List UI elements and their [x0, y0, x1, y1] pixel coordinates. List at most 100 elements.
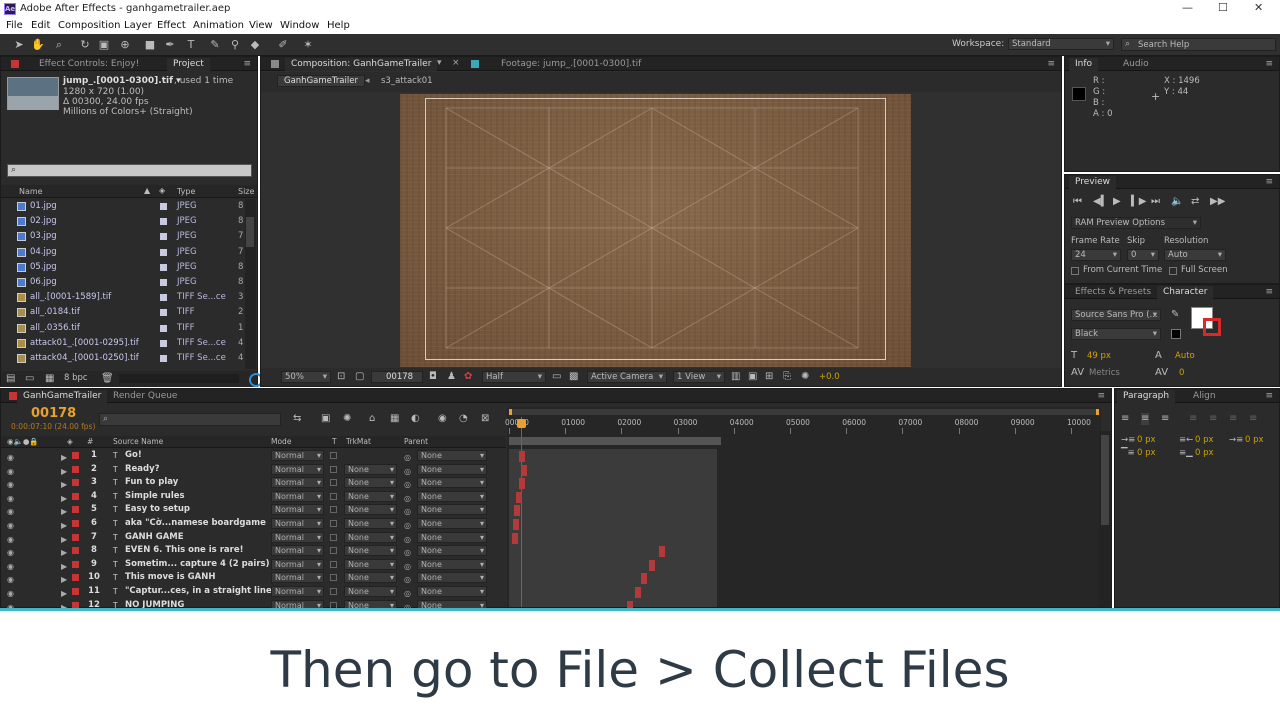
project-row[interactable]: attack04_.[0001-0250].tif TIFF Se...ce 4 — [1, 351, 247, 366]
puppet-pin-tool-icon[interactable]: ✶ — [301, 38, 315, 52]
frame-rate-select[interactable]: 24 — [1071, 249, 1121, 261]
preserve-transparency-checkbox[interactable] — [330, 506, 337, 514]
layer-name[interactable]: EVEN 6. This one is rare! — [125, 544, 243, 557]
panel-menu-icon[interactable]: ≡ — [243, 59, 251, 69]
layer-row[interactable]: ◉▶4TSimple rulesNormalNone◎None — [1, 490, 506, 504]
project-row[interactable]: 03.jpg JPEG 7 — [1, 229, 247, 244]
comp-mini-flowchart-icon[interactable]: ⇆ — [293, 413, 301, 425]
layer-duration-bar[interactable] — [519, 478, 525, 490]
layer-name[interactable]: GANH GAME — [125, 531, 184, 544]
close-tab-icon[interactable]: × — [452, 58, 460, 68]
font-size-value[interactable]: 49 px — [1087, 351, 1111, 361]
justify-all-icon[interactable]: ≡ — [1249, 413, 1257, 425]
track-matte-select[interactable]: None — [344, 504, 397, 516]
project-row[interactable]: 05.jpg JPEG 8 — [1, 260, 247, 275]
minimize-button[interactable]: — — [1182, 1, 1193, 14]
layer-row[interactable]: ◉ ▶ 11 T "Captur...ces, in a straight line No… — [1, 585, 506, 599]
pen-tool-icon[interactable]: ✒ — [163, 38, 177, 52]
zoom-tool-icon[interactable]: ⌕ — [52, 38, 66, 52]
exposure-reset-icon[interactable]: ✺ — [801, 371, 809, 383]
label-swatch[interactable] — [160, 263, 167, 271]
channel-icon[interactable]: ✿ — [464, 371, 472, 383]
layer-duration-bar[interactable] — [512, 532, 518, 544]
layer-label-color[interactable] — [72, 465, 79, 473]
exposure-value[interactable]: +0.0 — [819, 372, 840, 382]
parent-select[interactable]: None — [417, 450, 487, 461]
track-matte-select[interactable]: None — [344, 518, 397, 529]
roto-brush-tool-icon[interactable]: ✐ — [276, 38, 290, 52]
project-row[interactable]: all_.0356.tif TIFF 1 — [1, 321, 247, 336]
tab-composition[interactable]: Composition: GanhGameTrailer — [285, 58, 438, 71]
project-row[interactable]: 04.jpg JPEG 7 — [1, 245, 247, 260]
layer-label-color[interactable] — [72, 506, 79, 514]
selection-tool-icon[interactable]: ➤ — [12, 38, 26, 52]
camera-tool-icon[interactable]: ▣ — [97, 38, 111, 52]
workspace-select[interactable]: Standard — [1008, 38, 1114, 50]
parent-select[interactable]: None — [417, 490, 487, 502]
layer-row[interactable]: ◉▶6Taka "Cờ...namese boardgameNormalNone… — [1, 517, 506, 531]
parent-select[interactable]: None — [417, 518, 487, 529]
flowchart-icon[interactable]: ⎘ — [783, 371, 791, 383]
show-snapshot-icon[interactable]: ♟ — [447, 371, 456, 383]
ram-preview-options-select[interactable]: RAM Preview Options — [1071, 217, 1201, 229]
track-matte-select[interactable]: None — [344, 531, 397, 543]
panel-menu-icon[interactable]: ≡ — [1265, 287, 1273, 297]
frame-blending-icon[interactable]: ⌂ — [369, 413, 375, 425]
layer-name[interactable]: This move is GANH — [125, 571, 215, 584]
blend-mode-select[interactable]: Normal — [271, 504, 324, 516]
column-source-name[interactable]: Source Name — [113, 437, 163, 446]
time-ruler[interactable]: 0000001000020000300004000050000600007000… — [505, 417, 1101, 435]
blend-mode-select[interactable]: Normal — [271, 558, 324, 570]
loop-icon[interactable]: ⇄ — [1191, 196, 1199, 208]
graph-editor-icon[interactable]: ◔ — [459, 413, 468, 425]
tab-effects-presets[interactable]: Effects & Presets — [1069, 286, 1157, 299]
black-swatch[interactable] — [1171, 329, 1181, 339]
preserve-transparency-checkbox[interactable] — [330, 479, 337, 487]
clone-stamp-tool-icon[interactable]: ⚲ — [228, 38, 242, 52]
layer-row[interactable]: ◉▶8TEVEN 6. This one is rare!NormalNone◎… — [1, 544, 506, 558]
align-center-icon[interactable]: ≡ — [1141, 413, 1150, 425]
menu-animation[interactable]: Animation — [193, 20, 244, 31]
timeline-search-input[interactable]: ⌕ — [99, 413, 281, 426]
layer-label-color[interactable] — [72, 533, 79, 541]
menu-layer[interactable]: Layer — [124, 20, 152, 31]
tab-project[interactable]: Project — [167, 58, 210, 71]
lock-icon[interactable] — [271, 60, 279, 68]
close-button[interactable]: ✕ — [1254, 1, 1263, 14]
parent-select[interactable]: None — [417, 558, 487, 570]
leading-value[interactable]: Auto — [1175, 351, 1195, 361]
label-column-icon[interactable]: ◈ — [159, 186, 165, 195]
layer-label-color[interactable] — [72, 452, 79, 459]
font-family-select[interactable]: Source Sans Pro (... — [1071, 309, 1161, 321]
view-layout-select[interactable]: 1 View — [673, 371, 725, 383]
space-before-value[interactable]: 0 px — [1137, 448, 1156, 458]
pixel-aspect-icon[interactable]: ▥ — [731, 371, 740, 383]
blend-mode-select[interactable]: Normal — [271, 572, 324, 584]
layer-row[interactable]: ◉ ▶ 9 T Sometim... capture 4 (2 pairs) Normal… — [1, 558, 506, 572]
playhead-icon[interactable] — [517, 419, 526, 428]
preserve-transparency-checkbox[interactable] — [330, 588, 337, 595]
indent-first-value[interactable]: 0 px — [1245, 435, 1264, 445]
layer-label-color[interactable] — [72, 574, 79, 582]
preserve-transparency-checkbox[interactable] — [330, 560, 337, 568]
menu-view[interactable]: View — [249, 20, 273, 31]
preserve-transparency-checkbox[interactable] — [330, 547, 337, 555]
menu-effect[interactable]: Effect — [157, 20, 186, 31]
preserve-transparency-checkbox[interactable] — [330, 492, 337, 500]
layer-duration-bar[interactable] — [641, 573, 647, 585]
column-trkmat[interactable]: TrkMat — [346, 437, 371, 446]
blend-mode-select[interactable]: Normal — [271, 518, 324, 529]
draft-3d-icon[interactable]: ▣ — [321, 413, 330, 425]
tab-footage[interactable]: Footage: jump_.[0001-0300].tif — [495, 58, 647, 71]
region-of-interest-icon[interactable]: ▭ — [552, 371, 561, 383]
previous-frame-icon[interactable]: ◀▍ — [1093, 196, 1108, 208]
parent-select[interactable]: None — [417, 545, 487, 557]
project-row[interactable]: 06.jpg JPEG 8 — [1, 275, 247, 290]
layer-label-color[interactable] — [72, 560, 79, 568]
search-help-field[interactable]: ⌕ Search Help — [1121, 38, 1276, 51]
label-swatch[interactable] — [160, 339, 167, 347]
layer-name[interactable]: "Captur...ces, in a straight line — [125, 585, 272, 598]
tab-timeline-comp[interactable]: GanhGameTrailer — [17, 390, 108, 403]
blend-mode-select[interactable]: Normal — [271, 586, 324, 597]
parent-select[interactable]: None — [417, 586, 487, 597]
